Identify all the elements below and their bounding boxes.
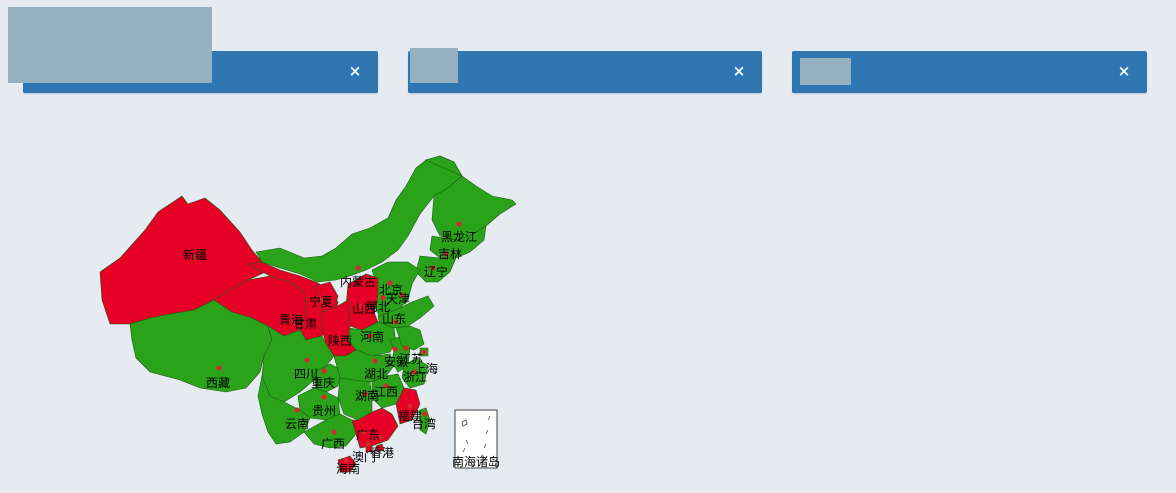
province-marker[interactable]	[392, 346, 398, 352]
province-label: 新疆	[183, 247, 207, 262]
province-label: 吉林	[438, 247, 462, 261]
province-label: 内蒙古	[340, 274, 376, 289]
province-label: 浙江	[403, 370, 427, 384]
province-label: 广西	[321, 437, 345, 451]
province-marker[interactable]	[407, 403, 413, 409]
province-label: 甘肃	[293, 317, 317, 331]
province-label: 云南	[285, 416, 309, 431]
province-label: 台湾	[412, 416, 436, 431]
province-label: 贵州	[312, 404, 336, 418]
province-marker[interactable]	[355, 265, 361, 271]
province-label: 湖南	[355, 388, 379, 403]
province-label: 陕西	[328, 333, 352, 348]
province-label: 山东	[382, 312, 406, 326]
province-label: 西藏	[206, 376, 230, 390]
province-marker[interactable]	[331, 429, 337, 435]
province-label: 山西	[352, 302, 376, 316]
province-marker[interactable]	[294, 407, 300, 413]
province-marker[interactable]	[216, 365, 222, 371]
province-label: 海南	[336, 461, 360, 476]
south-china-sea-label: 南海诸岛	[452, 454, 500, 469]
province-label: 广东	[356, 428, 380, 442]
province-marker[interactable]	[422, 411, 428, 417]
province-label: 河南	[360, 329, 384, 344]
province-marker[interactable]	[456, 221, 462, 227]
china-map: 新疆西藏青海甘肃宁夏内蒙古黑龙江吉林辽宁北京天津河北山西山东河南陕西四川重庆湖北…	[99, 155, 517, 476]
south-china-sea-inset: 南海诸岛	[452, 409, 500, 469]
province-marker[interactable]	[321, 394, 327, 400]
province-marker[interactable]	[403, 345, 409, 351]
province-marker[interactable]	[321, 368, 327, 374]
province-label: 黑龙江	[441, 230, 477, 244]
province-marker[interactable]	[304, 357, 310, 363]
province-label: 重庆	[311, 376, 335, 390]
province-label: 宁夏	[309, 294, 333, 309]
province-marker[interactable]	[372, 358, 378, 364]
province-label: 辽宁	[424, 264, 448, 279]
